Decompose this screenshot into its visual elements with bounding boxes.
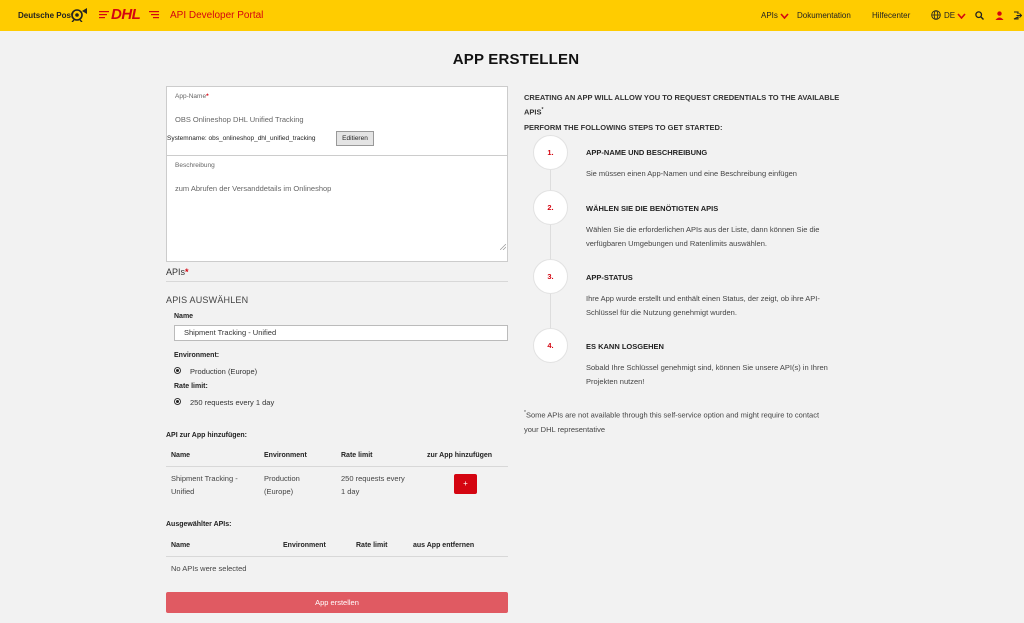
row-rate-line2: 1 day xyxy=(341,487,360,496)
row-name-line1: Shipment Tracking - xyxy=(171,474,238,483)
create-app-button[interactable]: App erstellen xyxy=(166,592,508,613)
step-title-2: WÄHLEN SIE DIE BENÖTIGTEN APIS xyxy=(586,204,719,213)
required-asterisk: * xyxy=(185,267,189,277)
row-rate-line1: 250 requests every xyxy=(341,474,405,483)
nav-apis-label: APIs xyxy=(761,11,778,20)
steps-connector-line xyxy=(550,150,551,350)
column-header-environment: Environment xyxy=(264,452,307,459)
step-text-2-line2: verfügbaren Umgebungen und Ratenlimits a… xyxy=(586,239,767,248)
column-header-name: Name xyxy=(171,452,191,459)
page-title: APP ERSTELLEN xyxy=(452,51,580,68)
step-number-3: 3. xyxy=(533,259,568,294)
edit-systemname-button[interactable]: Editieren xyxy=(336,131,374,146)
rate-limit-option-label[interactable]: 250 requests every 1 day xyxy=(190,398,274,407)
column-header-name: Name xyxy=(171,542,191,549)
apis-heading: APIs* xyxy=(166,267,189,277)
api-name-select[interactable]: Shipment Tracking - Unified xyxy=(174,325,508,341)
app-name-label-text: App-Name xyxy=(175,93,207,100)
column-header-add: zur App hinzufügen xyxy=(427,452,493,459)
row-name-line2: Unified xyxy=(171,487,195,496)
select-apis-heading: APIS AUSWÄHLEN xyxy=(166,295,249,305)
description-label: Beschreibung xyxy=(175,162,215,169)
search-icon[interactable] xyxy=(975,11,984,20)
nav-language[interactable]: DE xyxy=(944,11,966,20)
step-text-2-line1: Wählen Sie die erforderlichen APIs aus d… xyxy=(586,225,820,234)
column-header-remove: aus App entfernen xyxy=(413,542,475,549)
rate-limit-label: Rate limit: xyxy=(174,383,208,390)
description-value[interactable]: zum Abrufen der Versanddetails im Online… xyxy=(175,184,331,193)
portal-title-link[interactable]: API Developer Portal xyxy=(170,10,263,21)
row-env-line1: Production xyxy=(264,474,300,483)
step-title-1: APP-NAME UND BESCHREIBUNG xyxy=(586,148,708,157)
globe-icon[interactable] xyxy=(931,10,941,20)
add-api-heading: API zur App hinzufügen: xyxy=(166,432,248,439)
rate-limit-radio[interactable] xyxy=(174,398,181,405)
empty-selection-text: No APIs were selected xyxy=(171,564,247,573)
step-text-1: Sie müssen einen App-Namen und eine Besc… xyxy=(586,169,797,178)
row-env-line2: (Europe) xyxy=(264,487,294,496)
step-number-2: 2. xyxy=(533,190,568,225)
nav-language-label: DE xyxy=(944,11,956,20)
step-text-3-line1: Ihre App wurde erstellt und enthält eine… xyxy=(586,294,820,303)
intro-heading-line2-text: APIS xyxy=(524,107,542,117)
footnote: *Some APIs are not available through thi… xyxy=(524,406,864,437)
logout-icon[interactable] xyxy=(1013,11,1022,20)
environment-label: Environment: xyxy=(174,352,220,359)
name-label: Name xyxy=(174,313,194,320)
footnote-line1: Some APIs are not available through this… xyxy=(525,410,820,420)
required-asterisk: * xyxy=(206,93,209,100)
column-header-environment: Environment xyxy=(283,542,326,549)
footnote-marker: * xyxy=(541,107,544,113)
app-name-value[interactable]: OBS Onlineshop DHL Unified Tracking xyxy=(175,115,304,124)
step-text-3-line2: Schlüssel für die Nutzung genehmigt wurd… xyxy=(586,308,737,317)
nav-hilfecenter[interactable]: Hilfecenter xyxy=(872,11,910,20)
top-header: Deutsche Post DHL API Developer Portal A… xyxy=(0,0,1024,31)
intro-heading-line1: CREATING AN APP WILL ALLOW YOU TO REQUES… xyxy=(524,93,840,102)
step-number-4: 4. xyxy=(533,328,568,363)
step-text-4-line1: Sobald Ihre Schlüssel genehmigt sind, kö… xyxy=(586,363,828,372)
user-icon[interactable] xyxy=(995,11,1004,20)
column-header-rate-limit: Rate limit xyxy=(341,452,373,459)
intro-heading-line2: APIS* xyxy=(524,104,543,119)
footnote-line2: your DHL representative xyxy=(524,424,606,434)
step-title-4: ES KANN LOSGEHEN xyxy=(586,342,664,351)
deutsche-post-logo-text[interactable]: Deutsche Post xyxy=(18,11,74,20)
column-header-rate-limit: Rate limit xyxy=(356,542,388,549)
steps-heading: PERFORM THE FOLLOWING STEPS TO GET START… xyxy=(524,123,723,132)
selected-apis-heading: Ausgewählter APIs: xyxy=(166,521,232,528)
chevron-down-icon xyxy=(780,13,789,19)
environment-option-label[interactable]: Production (Europe) xyxy=(190,367,257,376)
dhl-logo-text[interactable]: DHL xyxy=(111,6,141,23)
chevron-down-icon xyxy=(957,13,966,19)
table-header-divider xyxy=(166,556,508,557)
add-api-button[interactable]: + xyxy=(454,474,477,494)
post-horn-icon xyxy=(71,8,87,22)
description-textarea[interactable] xyxy=(166,155,508,262)
apis-heading-text: APIs xyxy=(166,267,186,277)
step-number-1: 1. xyxy=(533,135,568,170)
environment-radio[interactable] xyxy=(174,367,181,374)
resize-grip-icon[interactable] xyxy=(500,244,506,250)
nav-apis[interactable]: APIs xyxy=(761,11,789,20)
app-name-label: App-Name* xyxy=(175,93,209,100)
systemname-text: Systemname: obs_onlineshop_dhl_unified_t… xyxy=(167,135,316,142)
step-text-4-line2: Projekten nutzen! xyxy=(586,377,645,386)
nav-dokumentation[interactable]: Dokumentation xyxy=(797,11,851,20)
divider xyxy=(166,281,508,282)
table-header-divider xyxy=(166,466,508,467)
step-title-3: APP-STATUS xyxy=(586,273,633,282)
